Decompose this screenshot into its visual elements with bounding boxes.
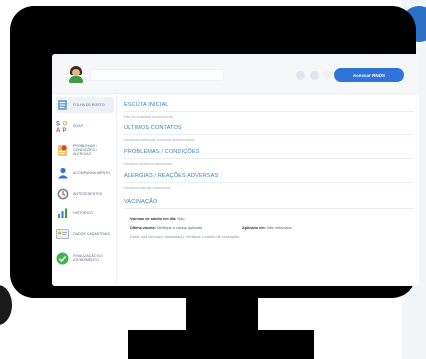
last-vaccine-value: Verifique a vacina aplicada (156, 226, 202, 230)
sidebar-item-finalizacao[interactable]: FINALIZAÇÃO DO ATENDIMENTO (56, 249, 114, 267)
id-card-icon (56, 228, 69, 241)
main-content: ESCUTA INICIAL Não foi realizada escuta … (120, 94, 419, 286)
sidebar-item-acompanhamento[interactable]: ACOMPANHA-MENTO (56, 165, 114, 181)
sidebar-item-label: FINALIZAÇÃO DO ATENDIMENTO (73, 253, 103, 262)
sidebar-item-historico[interactable]: HISTÓRICO (56, 206, 114, 220)
sidebar-item-label: ANTECEDENTES (73, 191, 103, 196)
section-divider (124, 111, 414, 112)
notes-icon (56, 144, 69, 157)
svg-text:A: A (56, 128, 61, 133)
monitor-stand-neck (186, 297, 258, 331)
sidebar-nav: FOLHA DE ROSTO S O A P SOAP PROBLEMAS / … (52, 94, 117, 286)
section-divider (124, 208, 414, 209)
last-vaccine-label: Última vacina: (130, 226, 156, 230)
sidebar-item-antecedentes[interactable]: ANTECEDENTES (56, 187, 114, 201)
settings-icon[interactable] (310, 71, 319, 80)
clipboard-icon (56, 99, 69, 112)
section-title-problemas: PROBLEMAS / CONDIÇÕES (124, 149, 200, 155)
sidebar-item-label: SOAP (73, 123, 83, 128)
patient-info-field (90, 69, 224, 81)
section-title-alergias: ALERGIAS / REAÇÕES ADVERSAS (124, 173, 219, 179)
history-icon (56, 188, 69, 201)
svg-text:S: S (56, 121, 60, 127)
soap-icon: S O A P (56, 120, 69, 133)
sidebar-item-problemas[interactable]: PROBLEMAS / CONDIÇÕES / ALERGIAS (56, 140, 114, 160)
sidebar-item-label: HISTÓRICO (73, 210, 93, 215)
app-screen: Acessar RNDS FOLHA DE ROSTO S O A P SOAP… (52, 54, 419, 286)
sidebar-item-label: ACOMPANHA-MENTO (73, 170, 111, 175)
applied-on-label: Aplicado em: (242, 226, 266, 230)
check-icon (56, 252, 69, 265)
section-text: Não foi realizada escuta inicial. (124, 115, 174, 119)
section-title-ultimos-contatos: ÚLTIMOS CONTATOS (124, 125, 182, 131)
notification-icon[interactable] (296, 71, 305, 80)
section-text: Nenhuma alergia cadastrada. (124, 186, 172, 190)
section-text: Nenhum problema cadastrado. (124, 162, 174, 166)
svg-text:P: P (63, 128, 67, 133)
sidebar-item-label: FOLHA DE ROSTO (73, 102, 105, 107)
section-divider (124, 134, 414, 135)
section-divider (124, 158, 414, 159)
section-title-escuta-inicial: ESCUTA INICIAL (124, 102, 169, 108)
sidebar-item-label: PROBLEMAS / CONDIÇÕES / ALERGIAS (73, 143, 98, 157)
chart-icon (56, 207, 69, 220)
user-menu-icon[interactable] (323, 71, 332, 80)
applied-on: Aplicado em: Não informado (242, 226, 292, 230)
applied-on-value: Não informado (266, 226, 292, 230)
sidebar-item-dados-cadastrais[interactable]: DADOS CADASTRAIS (56, 226, 114, 242)
last-vaccine: Última vacina: Verifique a vacina aplica… (130, 226, 202, 230)
background-decoration (0, 285, 12, 325)
vaccination-status-value: Não (177, 217, 185, 221)
vaccination-status-label: Vacinas de adulto em dia: (130, 217, 177, 221)
monitor-frame: Acessar RNDS FOLHA DE ROSTO S O A P SOAP… (10, 6, 419, 298)
avatar[interactable] (68, 66, 84, 83)
app-header: Acessar RNDS (52, 54, 419, 94)
sidebar-item-folha-de-rosto[interactable]: FOLHA DE ROSTO (56, 97, 114, 113)
section-text: Nenhuma avaliação realizada anteriorment… (124, 138, 196, 142)
section-divider (124, 182, 414, 183)
section-title-vacinacao: VACINAÇÃO (124, 199, 158, 205)
sidebar-item-label: DADOS CADASTRAIS (73, 231, 110, 236)
monitor-stand-base (128, 330, 314, 359)
vaccination-note: Exibir o(s) vacina(s) atrasada(s). Verif… (130, 235, 240, 239)
svg-text:O: O (63, 121, 68, 127)
vaccination-status: Vacinas de adulto em dia: Não (130, 217, 184, 221)
access-rnds-button[interactable]: Acessar RNDS (334, 68, 404, 82)
sidebar-item-soap[interactable]: S O A P SOAP (56, 118, 114, 134)
person-icon (56, 167, 69, 180)
